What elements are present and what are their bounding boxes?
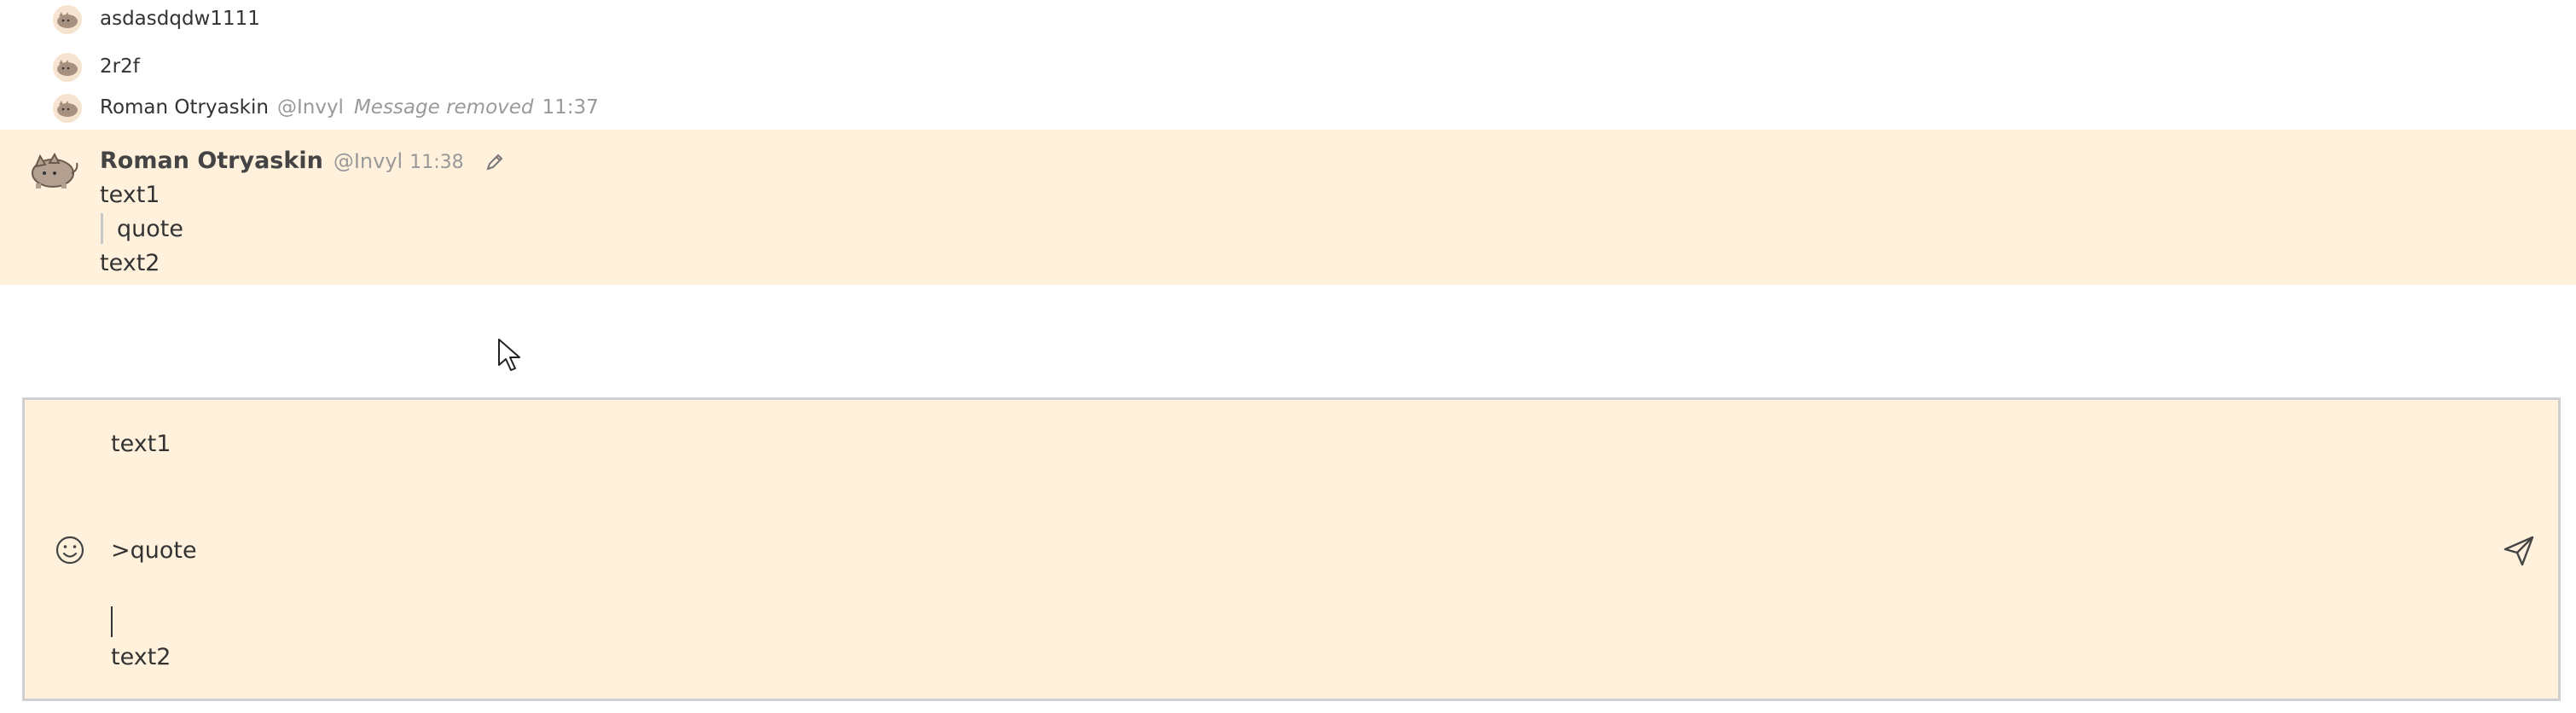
quote-bar bbox=[101, 213, 103, 244]
message-row[interactable]: 2r2f bbox=[0, 48, 2576, 85]
composer-line[interactable]: text2 bbox=[111, 642, 171, 673]
message-text: 2r2f bbox=[100, 55, 140, 78]
message-meta: Roman Otryaskin @Invyl Message removed 11:3… bbox=[100, 94, 599, 121]
message-composer[interactable]: text1 >quote text2 bbox=[22, 397, 2561, 701]
message-time: 11:37 bbox=[542, 96, 599, 119]
message-line: text1 bbox=[100, 182, 160, 208]
avatar[interactable] bbox=[51, 53, 84, 82]
message-removed-label: Message removed bbox=[353, 96, 534, 119]
send-icon[interactable] bbox=[2500, 532, 2538, 570]
message-text: asdasdqdw1111 bbox=[100, 8, 260, 30]
author-name[interactable]: Roman Otryaskin bbox=[100, 148, 323, 174]
quote-text: quote bbox=[117, 216, 183, 242]
message-header: Roman Otryaskin @Invyl 11:38 bbox=[100, 145, 505, 179]
author-handle[interactable]: @Invyl bbox=[277, 96, 344, 119]
smiley-icon[interactable] bbox=[53, 533, 87, 567]
author-name[interactable]: Roman Otryaskin bbox=[100, 96, 269, 119]
chat-page: asdasdqdw1111 2r2f Roman Otryaskin @Invyl… bbox=[0, 0, 2576, 713]
mouse-cursor-icon bbox=[498, 339, 520, 371]
message-line: text2 bbox=[100, 250, 160, 276]
avatar[interactable] bbox=[29, 149, 80, 190]
message-row[interactable]: asdasdqdw1111 bbox=[0, 0, 2576, 38]
composer-line[interactable]: text1 bbox=[111, 429, 171, 460]
message-row-removed[interactable]: Roman Otryaskin @Invyl Message removed 11:3… bbox=[0, 89, 2576, 126]
message-time: 11:38 bbox=[409, 152, 464, 173]
avatar[interactable] bbox=[51, 94, 84, 123]
pencil-icon[interactable] bbox=[484, 152, 505, 172]
text-caret bbox=[111, 606, 113, 637]
author-handle[interactable]: @Invyl bbox=[334, 149, 403, 173]
avatar[interactable] bbox=[51, 5, 84, 34]
composer-line[interactable]: >quote bbox=[111, 536, 197, 566]
